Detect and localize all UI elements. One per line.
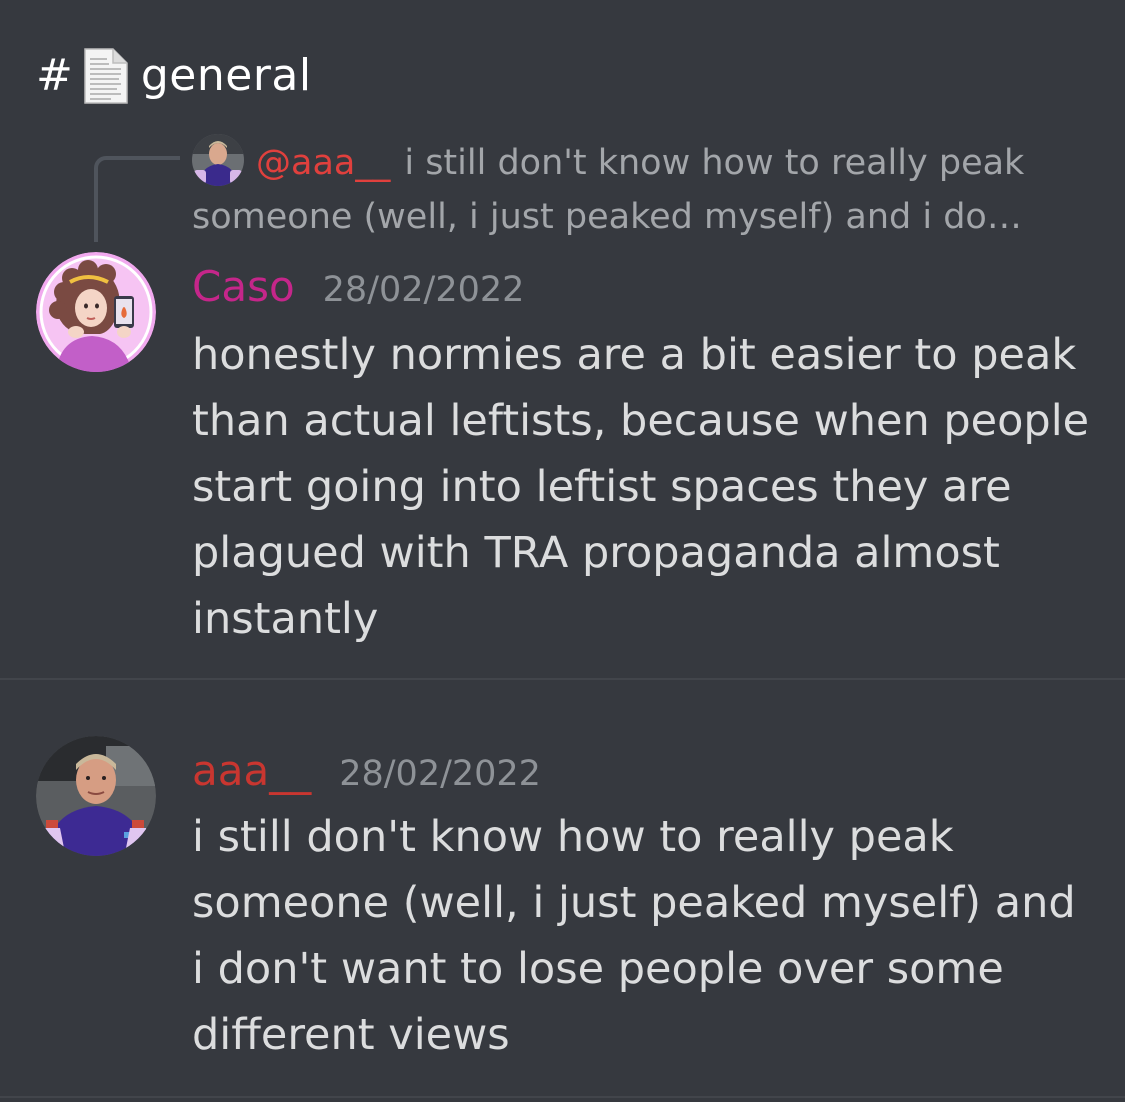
timestamp: 28/02/2022 [339, 754, 541, 794]
reply-preview[interactable]: @aaa__ i still don't know how to really p… [192, 134, 1092, 244]
message-text: i still don't know how to really peak so… [192, 812, 1076, 1060]
avatar-caso[interactable] [36, 252, 156, 372]
channel-name: general [140, 50, 312, 101]
message-header: Caso 28/02/2022 [192, 262, 524, 311]
message-header: aaa__ 28/02/2022 [192, 746, 541, 795]
message-divider [0, 1096, 1125, 1098]
channel-header[interactable]: # general [36, 44, 312, 108]
timestamp: 28/02/2022 [322, 270, 525, 310]
message-text: honestly normies are a bit easier to pea… [192, 330, 1090, 644]
reply-avatar[interactable] [192, 134, 244, 186]
avatar-aaa[interactable] [36, 736, 156, 856]
message-divider [0, 678, 1125, 680]
channel-hash-icon: # [36, 50, 73, 101]
document-icon [75, 45, 135, 107]
author-name[interactable]: Caso [192, 262, 295, 311]
author-name[interactable]: aaa__ [192, 746, 311, 795]
reply-connector [94, 156, 180, 242]
reply-mention[interactable]: @aaa__ [256, 143, 390, 183]
chat-view: # general @aaa__ i still don't know how … [0, 0, 1125, 1102]
